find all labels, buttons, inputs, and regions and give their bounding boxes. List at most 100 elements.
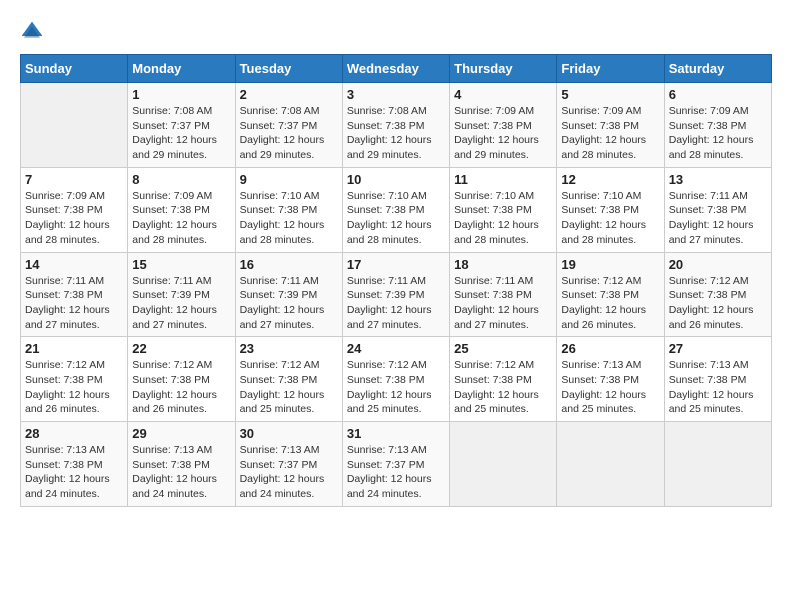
day-number: 14 [25, 257, 123, 272]
page-header [20, 20, 772, 44]
day-number: 12 [561, 172, 659, 187]
day-info: Sunrise: 7:10 AMSunset: 7:38 PMDaylight:… [561, 189, 659, 248]
day-number: 24 [347, 341, 445, 356]
day-info: Sunrise: 7:11 AMSunset: 7:38 PMDaylight:… [25, 274, 123, 333]
calendar-week-0: 1 Sunrise: 7:08 AMSunset: 7:37 PMDaylight… [21, 83, 772, 168]
day-number: 23 [240, 341, 338, 356]
day-number: 31 [347, 426, 445, 441]
day-number: 20 [669, 257, 767, 272]
day-info: Sunrise: 7:09 AMSunset: 7:38 PMDaylight:… [454, 104, 552, 163]
calendar-week-1: 7Sunrise: 7:09 AMSunset: 7:38 PMDaylight… [21, 167, 772, 252]
calendar-cell: 19 Sunrise: 7:12 AMSunset: 7:38 PMDayligh… [557, 252, 664, 337]
day-header-thursday: Thursday [450, 55, 557, 83]
day-info: Sunrise: 7:13 AMSunset: 7:38 PMDaylight:… [132, 443, 230, 502]
day-info: Sunrise: 7:11 AMSunset: 7:39 PMDaylight:… [347, 274, 445, 333]
calendar-body: 1 Sunrise: 7:08 AMSunset: 7:37 PMDaylight… [21, 83, 772, 507]
day-number: 5 [561, 87, 659, 102]
day-info: Sunrise: 7:08 AMSunset: 7:37 PMDaylight:… [132, 104, 230, 163]
day-number: 2 [240, 87, 338, 102]
day-info: Sunrise: 7:12 AMSunset: 7:38 PMDaylight:… [347, 358, 445, 417]
calendar-header: SundayMondayTuesdayWednesdayThursdayFrid… [21, 55, 772, 83]
day-info: Sunrise: 7:12 AMSunset: 7:38 PMDaylight:… [454, 358, 552, 417]
calendar-cell [664, 422, 771, 507]
day-number: 25 [454, 341, 552, 356]
calendar-cell: 12 Sunrise: 7:10 AMSunset: 7:38 PMDayligh… [557, 167, 664, 252]
day-info: Sunrise: 7:09 AMSunset: 7:38 PMDaylight:… [25, 189, 123, 248]
calendar-cell [557, 422, 664, 507]
calendar-cell: 27Sunrise: 7:13 AMSunset: 7:38 PMDayligh… [664, 337, 771, 422]
calendar-cell: 24 Sunrise: 7:12 AMSunset: 7:38 PMDayligh… [342, 337, 449, 422]
day-info: Sunrise: 7:13 AMSunset: 7:38 PMDaylight:… [561, 358, 659, 417]
calendar-cell: 14 Sunrise: 7:11 AMSunset: 7:38 PMDayligh… [21, 252, 128, 337]
day-number: 10 [347, 172, 445, 187]
day-info: Sunrise: 7:13 AMSunset: 7:37 PMDaylight:… [240, 443, 338, 502]
calendar-cell: 11Sunrise: 7:10 AMSunset: 7:38 PMDayligh… [450, 167, 557, 252]
day-info: Sunrise: 7:11 AMSunset: 7:38 PMDaylight:… [454, 274, 552, 333]
logo [20, 20, 48, 44]
day-header-wednesday: Wednesday [342, 55, 449, 83]
calendar-cell: 13Sunrise: 7:11 AMSunset: 7:38 PMDayligh… [664, 167, 771, 252]
day-header-tuesday: Tuesday [235, 55, 342, 83]
calendar-cell [21, 83, 128, 168]
day-number: 28 [25, 426, 123, 441]
calendar-cell: 8Sunrise: 7:09 AMSunset: 7:38 PMDaylight… [128, 167, 235, 252]
day-number: 21 [25, 341, 123, 356]
calendar-cell: 10 Sunrise: 7:10 AMSunset: 7:38 PMDayligh… [342, 167, 449, 252]
calendar-table: SundayMondayTuesdayWednesdayThursdayFrid… [20, 54, 772, 507]
day-number: 17 [347, 257, 445, 272]
calendar-cell: 21 Sunrise: 7:12 AMSunset: 7:38 PMDayligh… [21, 337, 128, 422]
day-info: Sunrise: 7:12 AMSunset: 7:38 PMDaylight:… [561, 274, 659, 333]
day-header-monday: Monday [128, 55, 235, 83]
day-info: Sunrise: 7:13 AMSunset: 7:38 PMDaylight:… [669, 358, 767, 417]
day-number: 16 [240, 257, 338, 272]
calendar-cell: 1 Sunrise: 7:08 AMSunset: 7:37 PMDaylight… [128, 83, 235, 168]
day-number: 4 [454, 87, 552, 102]
calendar-week-2: 14 Sunrise: 7:11 AMSunset: 7:38 PMDayligh… [21, 252, 772, 337]
calendar-cell: 6Sunrise: 7:09 AMSunset: 7:38 PMDaylight… [664, 83, 771, 168]
day-header-friday: Friday [557, 55, 664, 83]
calendar-cell: 3Sunrise: 7:08 AMSunset: 7:38 PMDaylight… [342, 83, 449, 168]
calendar-cell: 20Sunrise: 7:12 AMSunset: 7:38 PMDayligh… [664, 252, 771, 337]
day-info: Sunrise: 7:10 AMSunset: 7:38 PMDaylight:… [240, 189, 338, 248]
day-info: Sunrise: 7:09 AMSunset: 7:38 PMDaylight:… [561, 104, 659, 163]
day-number: 30 [240, 426, 338, 441]
days-of-week-row: SundayMondayTuesdayWednesdayThursdayFrid… [21, 55, 772, 83]
calendar-cell [450, 422, 557, 507]
calendar-cell: 9Sunrise: 7:10 AMSunset: 7:38 PMDaylight… [235, 167, 342, 252]
day-number: 19 [561, 257, 659, 272]
calendar-cell: 7Sunrise: 7:09 AMSunset: 7:38 PMDaylight… [21, 167, 128, 252]
calendar-cell: 5 Sunrise: 7:09 AMSunset: 7:38 PMDaylight… [557, 83, 664, 168]
day-number: 15 [132, 257, 230, 272]
calendar-cell: 29 Sunrise: 7:13 AMSunset: 7:38 PMDayligh… [128, 422, 235, 507]
day-info: Sunrise: 7:13 AMSunset: 7:38 PMDaylight:… [25, 443, 123, 502]
day-info: Sunrise: 7:11 AMSunset: 7:39 PMDaylight:… [132, 274, 230, 333]
calendar-cell: 22 Sunrise: 7:12 AMSunset: 7:38 PMDayligh… [128, 337, 235, 422]
day-number: 13 [669, 172, 767, 187]
day-info: Sunrise: 7:09 AMSunset: 7:38 PMDaylight:… [669, 104, 767, 163]
calendar-cell: 30 Sunrise: 7:13 AMSunset: 7:37 PMDayligh… [235, 422, 342, 507]
calendar-cell: 15 Sunrise: 7:11 AMSunset: 7:39 PMDayligh… [128, 252, 235, 337]
day-header-sunday: Sunday [21, 55, 128, 83]
calendar-cell: 26Sunrise: 7:13 AMSunset: 7:38 PMDayligh… [557, 337, 664, 422]
calendar-cell: 4 Sunrise: 7:09 AMSunset: 7:38 PMDaylight… [450, 83, 557, 168]
day-header-saturday: Saturday [664, 55, 771, 83]
calendar-cell: 16Sunrise: 7:11 AMSunset: 7:39 PMDayligh… [235, 252, 342, 337]
day-info: Sunrise: 7:13 AMSunset: 7:37 PMDaylight:… [347, 443, 445, 502]
day-number: 29 [132, 426, 230, 441]
day-number: 1 [132, 87, 230, 102]
calendar-cell: 25 Sunrise: 7:12 AMSunset: 7:38 PMDayligh… [450, 337, 557, 422]
calendar-cell: 17 Sunrise: 7:11 AMSunset: 7:39 PMDayligh… [342, 252, 449, 337]
day-info: Sunrise: 7:12 AMSunset: 7:38 PMDaylight:… [132, 358, 230, 417]
day-info: Sunrise: 7:12 AMSunset: 7:38 PMDaylight:… [25, 358, 123, 417]
calendar-cell: 28 Sunrise: 7:13 AMSunset: 7:38 PMDayligh… [21, 422, 128, 507]
day-info: Sunrise: 7:10 AMSunset: 7:38 PMDaylight:… [347, 189, 445, 248]
day-number: 18 [454, 257, 552, 272]
calendar-cell: 18 Sunrise: 7:11 AMSunset: 7:38 PMDayligh… [450, 252, 557, 337]
day-info: Sunrise: 7:12 AMSunset: 7:38 PMDaylight:… [240, 358, 338, 417]
day-info: Sunrise: 7:10 AMSunset: 7:38 PMDaylight:… [454, 189, 552, 248]
calendar-week-4: 28 Sunrise: 7:13 AMSunset: 7:38 PMDayligh… [21, 422, 772, 507]
day-number: 8 [132, 172, 230, 187]
day-info: Sunrise: 7:08 AMSunset: 7:37 PMDaylight:… [240, 104, 338, 163]
day-number: 22 [132, 341, 230, 356]
day-info: Sunrise: 7:08 AMSunset: 7:38 PMDaylight:… [347, 104, 445, 163]
